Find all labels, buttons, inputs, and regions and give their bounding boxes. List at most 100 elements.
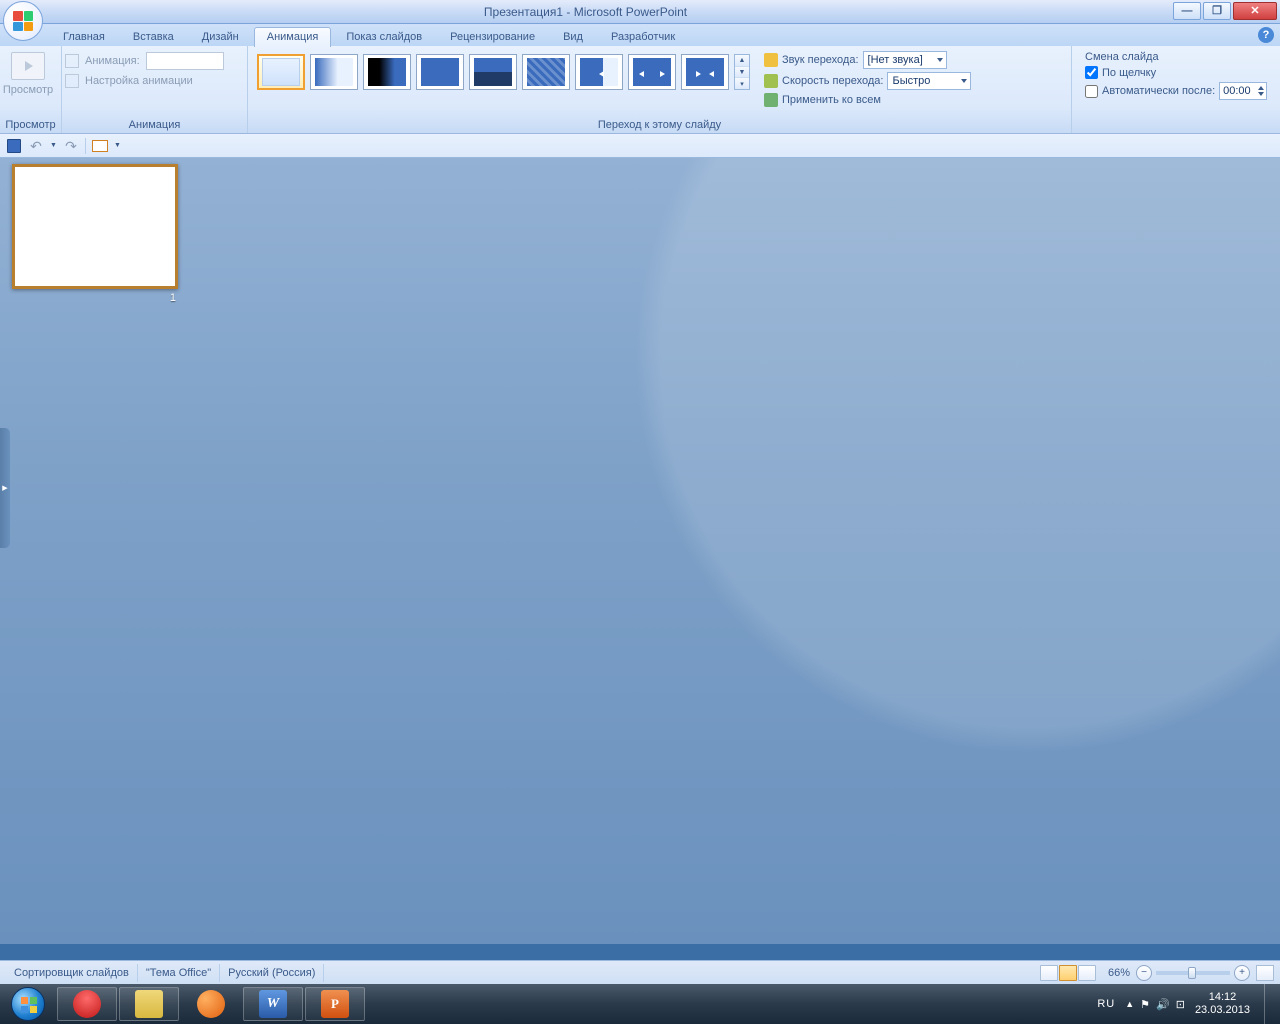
advance-on-click[interactable]: По щелчку (1085, 66, 1267, 79)
tab-home[interactable]: Главная (50, 27, 118, 47)
zoom-out-button[interactable]: − (1136, 965, 1152, 981)
preview-icon (11, 52, 45, 80)
animation-row: Анимация: (65, 52, 224, 70)
animation-dropdown[interactable] (146, 52, 224, 70)
tray-icons: ▲ ⚑ 🔊 ⊡ (1125, 998, 1185, 1011)
tab-design[interactable]: Дизайн (189, 27, 252, 47)
transition-fade[interactable] (310, 54, 358, 90)
tab-review[interactable]: Рецензирование (437, 27, 548, 47)
taskbar-powerpoint[interactable] (305, 987, 365, 1021)
qat-undo-button[interactable]: ↶ (28, 138, 44, 154)
preview-button[interactable]: Просмотр (3, 48, 53, 96)
windows-taskbar: RU ▲ ⚑ 🔊 ⊡ 14:12 23.03.2013 (0, 984, 1280, 1024)
zoom-slider[interactable] (1156, 971, 1230, 975)
tray-date: 23.03.2013 (1195, 1004, 1250, 1017)
zoom-slider-thumb[interactable] (1188, 967, 1196, 979)
tab-developer[interactable]: Разработчик (598, 27, 688, 47)
start-button[interactable] (0, 984, 56, 1024)
tray-network-icon[interactable]: ⊡ (1176, 998, 1185, 1011)
ribbon-tabs: Главная Вставка Дизайн Анимация Показ сл… (0, 24, 1280, 46)
tray-language[interactable]: RU (1097, 998, 1115, 1010)
animation-icon (65, 54, 79, 68)
qat-slideshow-button[interactable] (92, 138, 108, 154)
ribbon: Просмотр Просмотр Анимация: Настройка ан… (0, 46, 1280, 134)
sound-dropdown[interactable]: [Нет звука] (863, 51, 947, 69)
tray-flag-icon[interactable]: ⚑ (1140, 998, 1150, 1011)
zoom-in-button[interactable]: + (1234, 965, 1250, 981)
slideshow-icon (92, 140, 108, 152)
group-transition-label: Переход к этому слайду (251, 118, 1068, 133)
custom-animation-button[interactable]: Настройка анимации (65, 74, 193, 88)
transition-split-in[interactable] (628, 54, 676, 90)
taskbar-opera[interactable] (57, 987, 117, 1021)
gallery-prev-button[interactable]: ▲ (735, 55, 749, 67)
slide-number-1: 1 (12, 292, 178, 304)
tray-clock[interactable]: 14:12 23.03.2013 (1195, 991, 1250, 1017)
apply-all-icon (764, 93, 778, 107)
taskbar-media-player[interactable] (181, 987, 241, 1021)
help-button[interactable]: ? (1258, 27, 1274, 43)
speed-dropdown[interactable]: Быстро (887, 72, 971, 90)
office-button[interactable] (3, 1, 43, 41)
group-animation: Анимация: Настройка анимации Анимация (62, 46, 248, 133)
normal-view-button[interactable] (1040, 965, 1058, 981)
qat-save-button[interactable] (6, 138, 22, 154)
tab-animation[interactable]: Анимация (254, 27, 332, 47)
auto-after-label: Автоматически после: (1102, 85, 1215, 97)
sound-icon (764, 53, 778, 67)
tray-chevron-up-icon[interactable]: ▲ (1125, 999, 1134, 1009)
transition-dissolve[interactable] (522, 54, 570, 90)
sound-label: Звук перехода: (782, 54, 859, 66)
transition-cut[interactable] (416, 54, 464, 90)
maximize-button[interactable]: ❐ (1203, 2, 1231, 20)
slide-sorter-canvas[interactable]: 1 ▶ (0, 158, 1280, 944)
status-language[interactable]: Русский (Россия) (220, 964, 324, 982)
qat-redo-button[interactable]: ↷ (63, 138, 79, 154)
sorter-view-button[interactable] (1059, 965, 1077, 981)
show-desktop-button[interactable] (1264, 984, 1274, 1024)
qat-customize-dropdown[interactable]: ▼ (114, 142, 121, 149)
advance-auto-after[interactable]: Автоматически после: 00:00 (1085, 82, 1267, 100)
tab-view[interactable]: Вид (550, 27, 596, 47)
tray-volume-icon[interactable]: 🔊 (1156, 998, 1170, 1011)
qat-undo-dropdown[interactable]: ▼ (50, 142, 57, 149)
preview-label: Просмотр (3, 84, 53, 96)
group-advance: Смена слайда По щелчку Автоматически пос… (1072, 46, 1280, 133)
side-panel-handle[interactable]: ▶ (0, 428, 10, 548)
on-click-checkbox[interactable] (1085, 66, 1098, 79)
quick-access-toolbar: ↶ ▼ ↷ ▼ (0, 134, 1280, 158)
group-transition: ▲ ▼ ▾ Звук перехода: [Нет звука] Скорост… (248, 46, 1072, 133)
qat-separator (85, 138, 86, 154)
transition-split-out[interactable] (681, 54, 729, 90)
taskbar-word[interactable] (243, 987, 303, 1021)
transition-fade-black[interactable] (363, 54, 411, 90)
save-icon (7, 139, 21, 153)
transition-none[interactable] (257, 54, 305, 90)
taskbar-explorer[interactable] (119, 987, 179, 1021)
gallery-next-button[interactable]: ▼ (735, 67, 749, 79)
tab-insert[interactable]: Вставка (120, 27, 187, 47)
close-button[interactable]: ✕ (1233, 2, 1277, 20)
advance-title: Смена слайда (1085, 51, 1267, 63)
tab-slideshow[interactable]: Показ слайдов (333, 27, 435, 47)
transition-wipe[interactable] (575, 54, 623, 90)
explorer-icon (135, 990, 163, 1018)
auto-after-checkbox[interactable] (1085, 85, 1098, 98)
apply-all-label: Применить ко всем (782, 94, 881, 106)
zoom-fit-button[interactable] (1256, 965, 1274, 981)
custom-animation-label: Настройка анимации (85, 75, 193, 87)
slideshow-view-button[interactable] (1078, 965, 1096, 981)
transitions-gallery: ▲ ▼ ▾ (251, 48, 756, 90)
office-logo-icon (13, 11, 33, 31)
transition-cut-black[interactable] (469, 54, 517, 90)
slide-thumbnail-1[interactable] (12, 164, 178, 289)
window-titlebar: Презентация1 - Microsoft PowerPoint — ❐ … (0, 0, 1280, 24)
group-animation-label: Анимация (65, 118, 244, 133)
auto-after-time[interactable]: 00:00 (1219, 82, 1267, 100)
zoom-label[interactable]: 66% (1108, 967, 1130, 979)
group-advance-label (1075, 130, 1277, 133)
gallery-more-button[interactable]: ▾ (735, 78, 749, 89)
system-tray: RU ▲ ⚑ 🔊 ⊡ 14:12 23.03.2013 (1097, 984, 1280, 1024)
apply-to-all-button[interactable]: Применить ко всем (764, 93, 971, 107)
minimize-button[interactable]: — (1173, 2, 1201, 20)
